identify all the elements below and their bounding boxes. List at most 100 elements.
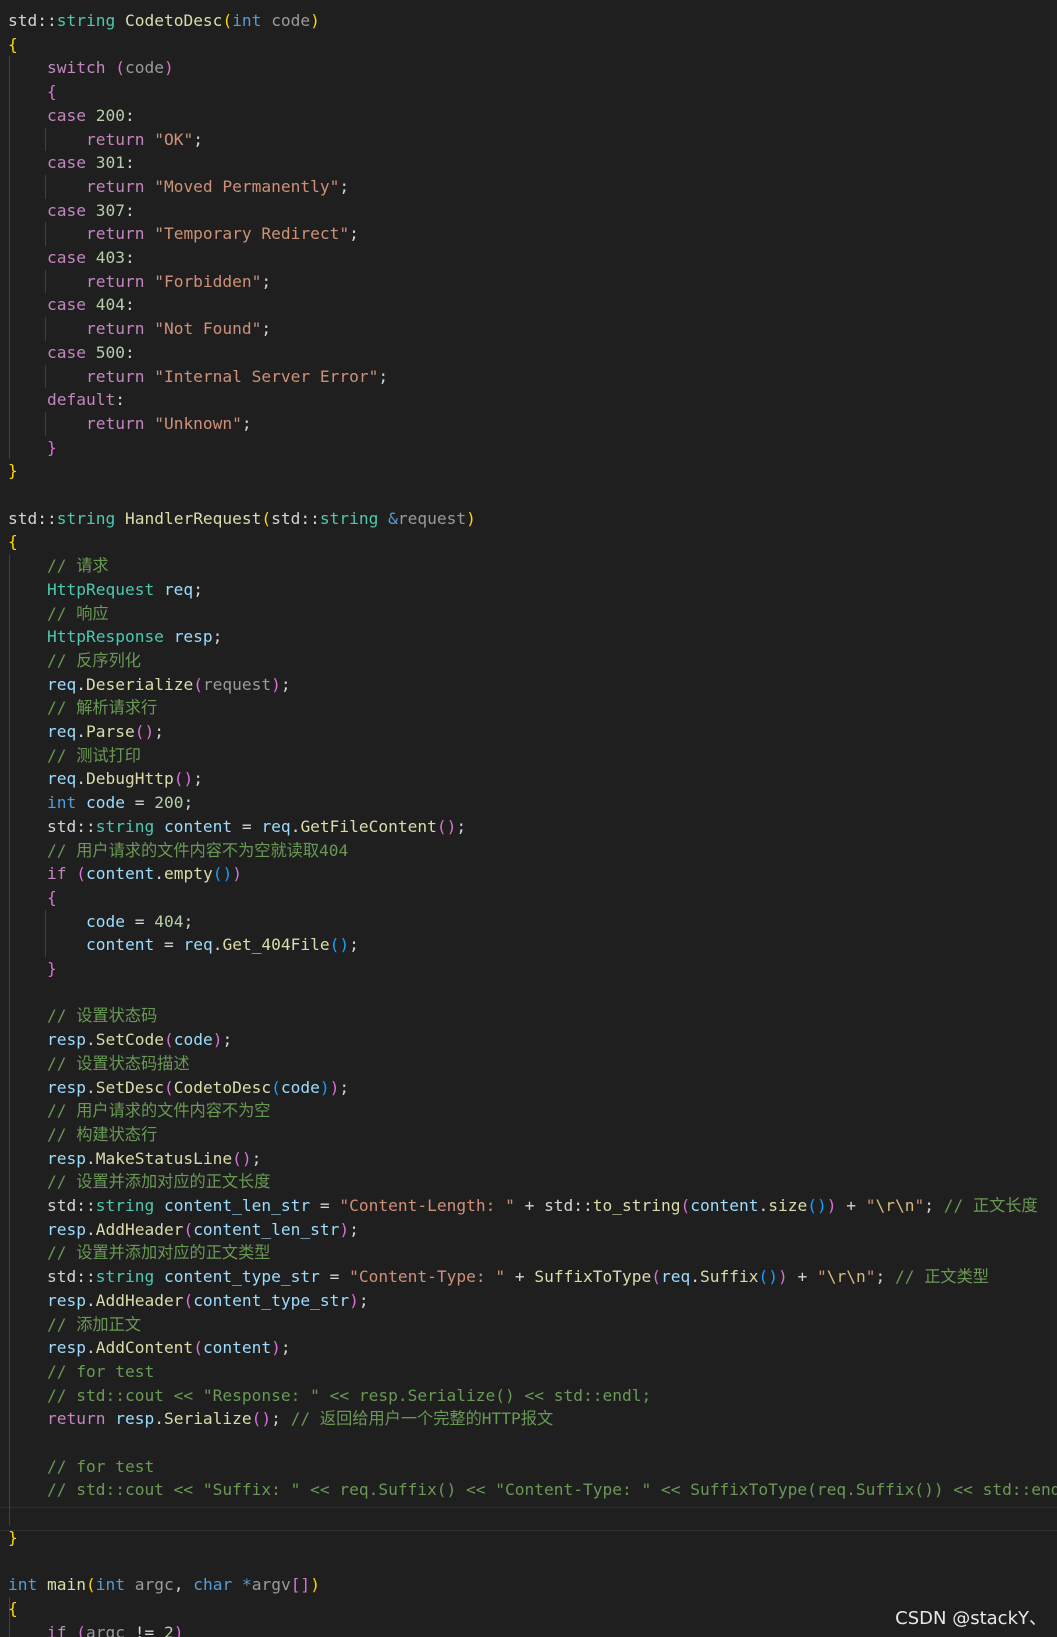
code-token: ) — [232, 864, 242, 884]
code-token: ; — [251, 1148, 262, 1168]
code-line[interactable]: // std::cout << "Suffix: " << req.Suffix… — [8, 1478, 1057, 1502]
code-token: { — [8, 34, 18, 54]
code-token: () — [251, 1409, 272, 1429]
code-line[interactable]: return "Moved Permanently"; — [8, 175, 349, 199]
code-token: code — [280, 1077, 320, 1097]
code-line[interactable]: return "Temporary Redirect"; — [8, 222, 359, 246]
code-line[interactable]: // 请求 — [8, 554, 109, 578]
code-line[interactable]: return resp.Serialize(); // 返回给用户一个完整的HT… — [8, 1407, 553, 1431]
code-token: : — [124, 342, 135, 362]
code-line[interactable]: req.DebugHttp(); — [8, 767, 203, 791]
code-line[interactable]: return "Unknown"; — [8, 412, 252, 436]
code-line[interactable]: } — [8, 957, 57, 981]
code-line[interactable]: { — [8, 33, 18, 57]
code-token: DebugHttp — [85, 769, 174, 789]
code-line[interactable]: { — [8, 1597, 18, 1621]
code-line[interactable]: case 403: — [8, 246, 135, 270]
code-token: "Temporary Redirect" — [154, 224, 350, 244]
code-line[interactable]: // 设置状态码描述 — [8, 1052, 190, 1076]
code-line[interactable]: } — [8, 436, 57, 460]
code-line[interactable]: HttpRequest req; — [8, 578, 203, 602]
code-line[interactable]: std::string CodetoDesc(int code) — [8, 9, 320, 33]
code-token: // 设置并添加对应的正文长度 — [46, 1172, 271, 1192]
code-token: content_type_str — [193, 1290, 350, 1310]
code-line[interactable]: // 设置并添加对应的正文长度 — [8, 1170, 271, 1194]
code-line[interactable]: } — [8, 459, 18, 483]
code-token: + — [505, 1267, 535, 1287]
code-line[interactable]: case 500: — [8, 341, 135, 365]
code-line[interactable]: // for test — [8, 1455, 154, 1479]
code-line[interactable]: std::string content_len_str = "Content-L… — [8, 1194, 1038, 1218]
code-line[interactable]: // 用户请求的文件内容不为空 — [8, 1099, 271, 1123]
code-line[interactable]: default: — [8, 388, 125, 412]
code-line[interactable]: // 构建状态行 — [8, 1123, 157, 1147]
code-token: ) — [163, 58, 174, 78]
code-token: . — [85, 1077, 96, 1097]
code-line[interactable]: HttpResponse resp; — [8, 625, 222, 649]
code-line[interactable]: return "OK"; — [8, 128, 203, 152]
code-line[interactable]: // 设置状态码 — [8, 1004, 157, 1028]
code-line[interactable]: case 301: — [8, 151, 135, 175]
code-token: ; — [875, 1267, 895, 1287]
code-line[interactable]: { — [8, 80, 57, 104]
code-token: ; — [280, 674, 291, 694]
code-line[interactable]: int main(int argc, char *argv[]) — [8, 1573, 320, 1597]
code-line[interactable]: } — [8, 1526, 18, 1550]
code-line[interactable]: resp.MakeStatusLine(); — [8, 1147, 261, 1171]
code-line[interactable]: // 响应 — [8, 602, 109, 626]
code-line[interactable]: case 404: — [8, 293, 135, 317]
code-line[interactable]: req.Parse(); — [8, 720, 164, 744]
code-line[interactable]: // 解析请求行 — [8, 696, 157, 720]
code-line[interactable]: resp.AddHeader(content_len_str); — [8, 1218, 359, 1242]
code-token: : — [124, 248, 135, 267]
code-line[interactable]: return "Forbidden"; — [8, 270, 271, 294]
code-line[interactable]: std::string content = req.GetFileContent… — [8, 815, 466, 839]
code-line[interactable]: resp.SetDesc(CodetoDesc(code)); — [8, 1076, 349, 1100]
code-line[interactable]: // 添加正文 — [8, 1313, 141, 1337]
code-line[interactable]: switch (code) — [8, 56, 174, 80]
code-line[interactable]: { — [8, 886, 57, 910]
code-token: ; — [222, 1030, 233, 1050]
code-line[interactable]: req.Deserialize(request); — [8, 673, 291, 697]
code-line[interactable]: case 307: — [8, 199, 135, 223]
code-line[interactable]: content = req.Get_404File(); — [8, 933, 359, 957]
code-line[interactable]: // 用户请求的文件内容不为空就读取404 — [8, 839, 348, 863]
code-line[interactable]: { — [8, 530, 18, 554]
code-token: argc — [85, 1622, 125, 1637]
code-line[interactable]: case 200: — [8, 104, 135, 128]
code-line[interactable]: return "Not Found"; — [8, 317, 271, 341]
code-line[interactable]: resp.AddHeader(content_type_str); — [8, 1289, 369, 1313]
code-token: content — [163, 816, 233, 836]
code-token: ; — [154, 722, 164, 741]
code-line[interactable]: // std::cout << "Response: " << resp.Ser… — [8, 1384, 651, 1408]
code-line[interactable]: resp.SetCode(code); — [8, 1028, 232, 1052]
code-line[interactable]: code = 404; — [8, 910, 193, 934]
code-token: ; — [924, 1196, 944, 1215]
code-line[interactable]: std::string content_type_str = "Content-… — [8, 1265, 989, 1289]
code-token: ; — [378, 366, 389, 386]
code-line[interactable]: int code = 200; — [8, 791, 193, 815]
code-line[interactable]: // 测试打印 — [8, 744, 141, 768]
code-line[interactable]: resp.AddContent(content); — [8, 1336, 291, 1360]
code-token: ; — [456, 816, 467, 836]
code-line[interactable]: return "Internal Server Error"; — [8, 365, 388, 389]
code-line[interactable]: std::string HandlerRequest(std::string &… — [8, 507, 476, 531]
code-token: . — [76, 769, 86, 789]
code-line[interactable]: // 反序列化 — [8, 649, 141, 673]
code-token: ; — [280, 1338, 291, 1358]
code-line[interactable]: if (content.empty()) — [8, 862, 242, 886]
code-token: "Not Found" — [154, 319, 262, 339]
code-token: ; — [212, 627, 223, 647]
code-line[interactable]: // for test — [8, 1360, 154, 1384]
code-line[interactable]: // 设置并添加对应的正文类型 — [8, 1241, 271, 1265]
code-token: ) — [310, 1575, 320, 1595]
code-editor[interactable]: std::string CodetoDesc(int code){ switch… — [0, 0, 1057, 1637]
code-line[interactable]: if (argc != 2) — [8, 1621, 183, 1637]
